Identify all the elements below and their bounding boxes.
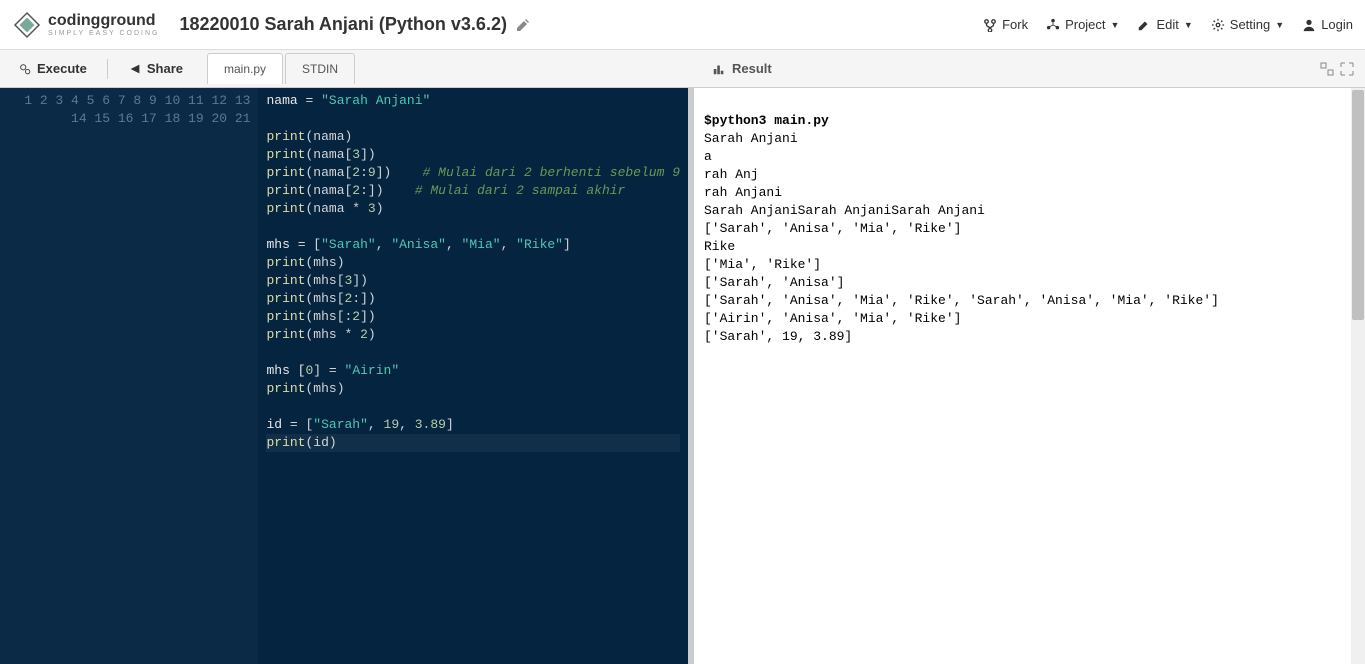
project-menu[interactable]: Project ▼ <box>1046 17 1119 32</box>
console-output[interactable]: $python3 main.py Sarah Anjani a rah Anj … <box>694 88 1365 664</box>
page-title: 18220010 Sarah Anjani (Python v3.6.2) <box>179 14 983 35</box>
edit-icon <box>1137 18 1151 32</box>
edit-title-icon[interactable] <box>515 17 531 33</box>
line-gutter: 1 2 3 4 5 6 7 8 9 10 11 12 13 14 15 16 1… <box>0 88 258 664</box>
collapse-icon[interactable] <box>1319 61 1335 77</box>
gear-icon <box>1211 18 1225 32</box>
caret-down-icon: ▼ <box>1184 20 1193 30</box>
code-editor[interactable]: 1 2 3 4 5 6 7 8 9 10 11 12 13 14 15 16 1… <box>0 88 688 664</box>
expand-icon[interactable] <box>1339 61 1355 77</box>
tab-main[interactable]: main.py <box>207 53 283 84</box>
console-text: Sarah Anjani a rah Anj rah Anjani Sarah … <box>704 131 1219 344</box>
main-area: 1 2 3 4 5 6 7 8 9 10 11 12 13 14 15 16 1… <box>0 88 1365 664</box>
tab-stdin[interactable]: STDIN <box>285 53 355 84</box>
toolbar-left: Execute Share main.py STDIN <box>0 53 365 84</box>
scrollbar-thumb[interactable] <box>1352 90 1364 320</box>
logo-text: codingground <box>48 12 156 29</box>
caret-down-icon: ▼ <box>1111 20 1120 30</box>
caret-down-icon: ▼ <box>1275 20 1284 30</box>
code-content[interactable]: nama = "Sarah Anjani" print(nama) print(… <box>258 88 688 664</box>
editor-tabs: main.py STDIN <box>207 53 357 84</box>
share-icon <box>128 62 142 76</box>
logo-text-block: codingground SIMPLY EASY CODING <box>48 12 159 37</box>
setting-menu[interactable]: Setting ▼ <box>1211 17 1284 32</box>
title-text: 18220010 Sarah Anjani (Python v3.6.2) <box>179 14 506 35</box>
logo-icon <box>12 10 42 40</box>
toolbar: Execute Share main.py STDIN Result <box>0 50 1365 88</box>
login-button[interactable]: Login <box>1302 17 1353 32</box>
bars-icon <box>712 62 726 76</box>
gears-icon <box>18 62 32 76</box>
console-command: $python3 main.py <box>704 113 829 128</box>
fork-icon <box>983 18 997 32</box>
share-button[interactable]: Share <box>118 56 193 81</box>
divider <box>107 59 108 79</box>
result-header: Result <box>700 61 784 76</box>
user-icon <box>1302 18 1316 32</box>
fork-button[interactable]: Fork <box>983 17 1028 32</box>
top-menu: Fork Project ▼ Edit ▼ Setting ▼ Login <box>983 17 1353 32</box>
execute-button[interactable]: Execute <box>8 56 97 81</box>
layout-icons <box>1319 61 1365 77</box>
scrollbar[interactable] <box>1351 88 1365 664</box>
project-icon <box>1046 18 1060 32</box>
logo[interactable]: codingground SIMPLY EASY CODING <box>12 10 159 40</box>
edit-menu[interactable]: Edit ▼ <box>1137 17 1192 32</box>
top-bar: codingground SIMPLY EASY CODING 18220010… <box>0 0 1365 50</box>
logo-subtext: SIMPLY EASY CODING <box>48 30 159 37</box>
